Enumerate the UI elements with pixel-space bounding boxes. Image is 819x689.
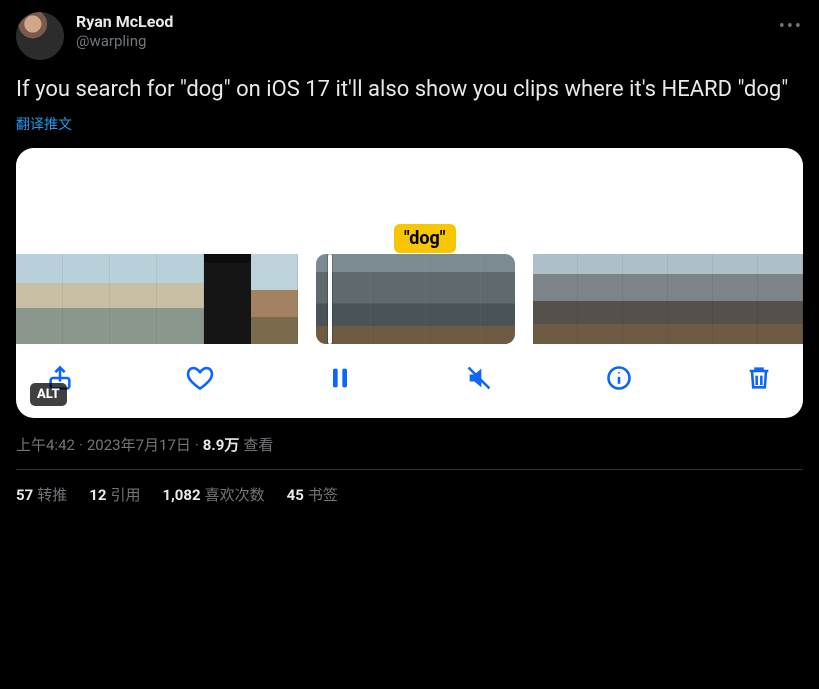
search-tag: "dog" — [394, 224, 456, 253]
video-thumb — [316, 254, 371, 344]
likes-label: 喜欢次数 — [205, 486, 265, 504]
video-thumb — [204, 254, 251, 344]
trash-icon[interactable] — [745, 364, 773, 392]
video-thumb — [713, 254, 758, 344]
quotes-label: 引用 — [110, 486, 140, 504]
mute-icon[interactable] — [465, 364, 493, 392]
clip-group-2[interactable] — [316, 254, 515, 344]
quotes-count: 12 — [89, 486, 106, 504]
video-thumb — [426, 254, 481, 344]
tweet-header: Ryan McLeod @warpling ••• — [16, 12, 803, 60]
author-block[interactable]: Ryan McLeod @warpling — [76, 12, 173, 50]
handle: @warpling — [76, 32, 173, 50]
display-name: Ryan McLeod — [76, 12, 173, 31]
tweet-date: 2023年7月17日 — [87, 434, 191, 455]
views-count: 8.9万 — [203, 434, 240, 455]
filmstrip — [16, 254, 803, 344]
tweet-stats: 57转推 12引用 1,082 喜欢次数 45书签 — [16, 484, 803, 519]
divider — [16, 469, 803, 470]
quotes-stat[interactable]: 12引用 — [89, 484, 140, 505]
playhead[interactable] — [328, 254, 332, 344]
likes-count: 1,082 — [162, 486, 200, 504]
info-icon[interactable] — [605, 364, 633, 392]
retweets-count: 57 — [16, 486, 33, 504]
bookmarks-count: 45 — [287, 486, 304, 504]
video-thumb — [16, 254, 63, 344]
video-thumb — [668, 254, 713, 344]
video-thumb — [481, 254, 515, 344]
tweet-container: Ryan McLeod @warpling ••• If you search … — [0, 0, 819, 519]
video-thumb — [578, 254, 623, 344]
clip-group-3[interactable] — [533, 254, 803, 344]
video-thumb — [157, 254, 204, 344]
heart-icon[interactable] — [186, 364, 214, 392]
video-thumb — [758, 254, 803, 344]
likes-stat[interactable]: 1,082 喜欢次数 — [162, 484, 264, 505]
views-label: 查看 — [243, 434, 273, 455]
video-thumb — [533, 254, 578, 344]
tweet-text: If you search for "dog" on iOS 17 it'll … — [16, 76, 803, 104]
bookmarks-stat[interactable]: 45书签 — [287, 484, 338, 505]
media-toolbar — [16, 344, 803, 412]
media-upper: "dog" — [16, 148, 803, 254]
video-thumb — [371, 254, 426, 344]
video-thumb — [623, 254, 668, 344]
tweet-meta[interactable]: 上午4:42 · 2023年7月17日 · 8.9万 查看 — [16, 434, 803, 455]
retweets-stat[interactable]: 57转推 — [16, 484, 67, 505]
video-thumb — [63, 254, 110, 344]
more-options-icon[interactable]: ••• — [779, 16, 803, 37]
video-thumb — [251, 254, 298, 344]
pause-icon[interactable] — [326, 364, 354, 392]
translate-link[interactable]: 翻译推文 — [16, 114, 72, 134]
tweet-time: 上午4:42 — [16, 434, 75, 455]
avatar[interactable] — [16, 12, 64, 60]
bookmarks-label: 书签 — [308, 486, 338, 504]
alt-badge[interactable]: ALT — [30, 383, 67, 406]
clip-group-1[interactable] — [16, 254, 298, 344]
media-card[interactable]: "dog" — [16, 148, 803, 418]
video-thumb — [110, 254, 157, 344]
retweets-label: 转推 — [37, 486, 67, 504]
